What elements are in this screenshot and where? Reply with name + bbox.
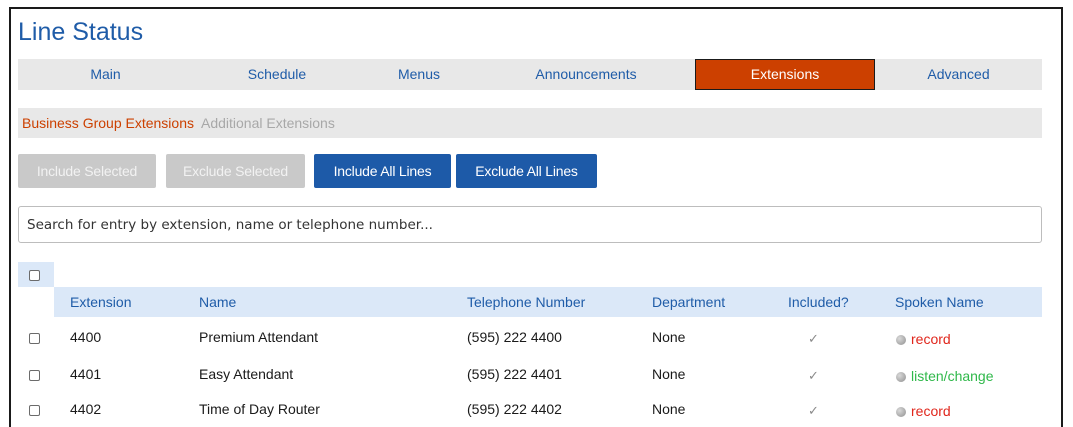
- cell-name: Premium Attendant: [199, 329, 319, 345]
- included-check-icon: ✓: [808, 331, 819, 346]
- cell-name: Time of Day Router: [199, 401, 320, 417]
- speaker-icon: [896, 335, 906, 345]
- spoken-name-label[interactable]: record: [911, 331, 951, 347]
- include-selected-button[interactable]: Include Selected: [18, 154, 156, 188]
- cell-telephone: (595) 222 4401: [467, 366, 562, 382]
- extensions-subnav: Business Group Extensions Additional Exte…: [18, 108, 1042, 138]
- main-tab-bar: Main Schedule Menus Announcements Extens…: [18, 59, 1042, 90]
- cell-department: None: [652, 401, 686, 417]
- tab-menus[interactable]: Menus: [361, 59, 477, 90]
- header-telephone[interactable]: Telephone Number: [467, 294, 585, 310]
- tab-extensions[interactable]: Extensions: [695, 59, 875, 90]
- spoken-name-link[interactable]: record: [896, 403, 951, 419]
- select-all-checkbox[interactable]: [29, 270, 40, 281]
- cell-department: None: [652, 329, 686, 345]
- speaker-icon: [896, 407, 906, 417]
- cell-name: Easy Attendant: [199, 366, 294, 382]
- spoken-name-label[interactable]: listen/change: [911, 368, 994, 384]
- select-all-cell: [18, 262, 54, 287]
- page-title: Line Status: [18, 18, 144, 46]
- row-checkbox[interactable]: [29, 405, 40, 416]
- header-extension[interactable]: Extension: [70, 294, 131, 310]
- row-checkbox[interactable]: [29, 333, 40, 344]
- exclude-selected-button[interactable]: Exclude Selected: [166, 154, 305, 188]
- cell-extension: 4401: [70, 366, 102, 382]
- header-spoken-name[interactable]: Spoken Name: [895, 294, 984, 310]
- header-name[interactable]: Name: [199, 294, 236, 310]
- include-all-lines-button[interactable]: Include All Lines: [314, 154, 451, 188]
- header-department[interactable]: Department: [652, 294, 725, 310]
- search-input[interactable]: [18, 206, 1042, 243]
- subnav-business-group-extensions[interactable]: Business Group Extensions: [22, 115, 194, 131]
- cell-extension: 4400: [70, 329, 102, 345]
- cell-telephone: (595) 222 4400: [467, 329, 562, 345]
- cell-telephone: (595) 222 4402: [467, 401, 562, 417]
- subnav-additional-extensions[interactable]: Additional Extensions: [201, 115, 335, 131]
- tab-announcements[interactable]: Announcements: [477, 59, 695, 90]
- exclude-all-lines-button[interactable]: Exclude All Lines: [456, 154, 597, 188]
- tab-main[interactable]: Main: [18, 59, 193, 90]
- row-checkbox[interactable]: [29, 370, 40, 381]
- tab-schedule[interactable]: Schedule: [193, 59, 361, 90]
- cell-extension: 4402: [70, 401, 102, 417]
- spoken-name-link[interactable]: listen/change: [896, 368, 994, 384]
- included-check-icon: ✓: [808, 368, 819, 383]
- header-included[interactable]: Included?: [788, 294, 849, 310]
- speaker-icon: [896, 372, 906, 382]
- spoken-name-label[interactable]: record: [911, 403, 951, 419]
- spoken-name-link[interactable]: record: [896, 331, 951, 347]
- included-check-icon: ✓: [808, 403, 819, 418]
- tab-advanced[interactable]: Advanced: [875, 59, 1042, 90]
- cell-department: None: [652, 366, 686, 382]
- table-header: Extension Name Telephone Number Departme…: [54, 287, 1042, 317]
